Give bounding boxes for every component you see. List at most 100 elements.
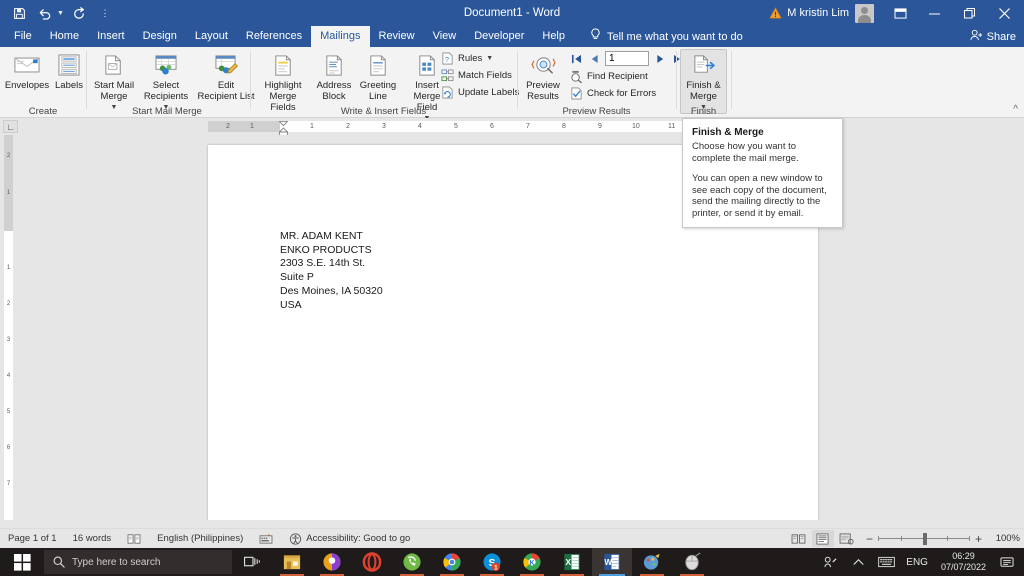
read-mode-icon[interactable] bbox=[788, 530, 810, 547]
pen-workspace-icon[interactable] bbox=[817, 548, 843, 576]
task-view-icon[interactable] bbox=[232, 548, 272, 576]
tab-insert[interactable]: Insert bbox=[88, 26, 134, 47]
rules-button[interactable]: ? Rules ▼ bbox=[437, 50, 496, 67]
vruler-tick: 4 bbox=[6, 373, 11, 379]
paint3d-icon[interactable] bbox=[632, 548, 672, 576]
tab-mailings[interactable]: Mailings bbox=[311, 26, 370, 47]
tab-file[interactable]: File bbox=[5, 26, 41, 47]
edit-recipient-list-button[interactable]: Edit Recipient List bbox=[194, 49, 258, 103]
minimize-icon[interactable] bbox=[917, 0, 952, 26]
chevron-down-icon[interactable]: ▼ bbox=[486, 55, 493, 62]
tab-developer[interactable]: Developer bbox=[465, 26, 533, 47]
ruler-tick: 4 bbox=[418, 123, 422, 130]
chrome-k-icon[interactable]: K bbox=[512, 548, 552, 576]
viber-icon[interactable] bbox=[392, 548, 432, 576]
clock[interactable]: 06:29 07/07/2022 bbox=[935, 551, 992, 573]
restore-icon[interactable] bbox=[952, 0, 987, 26]
highlight-merge-fields-button[interactable]: Highlight Merge Fields bbox=[254, 49, 312, 113]
previous-record-icon[interactable] bbox=[587, 52, 601, 66]
record-number-input[interactable]: 1 bbox=[605, 51, 649, 66]
language-indicator-tray[interactable]: ENG bbox=[901, 557, 933, 568]
greeting-line-button[interactable]: Greeting Line bbox=[356, 49, 400, 103]
warning-icon[interactable] bbox=[769, 7, 782, 19]
document-body-text[interactable]: MR. ADAM KENT ENKO PRODUCTS 2303 S.E. 14… bbox=[280, 230, 383, 312]
opera-icon[interactable] bbox=[352, 548, 392, 576]
tab-view[interactable]: View bbox=[424, 26, 466, 47]
touch-keyboard-icon[interactable] bbox=[873, 548, 899, 576]
skype-icon[interactable]: S1 bbox=[472, 548, 512, 576]
find-recipient-button[interactable]: Find Recipient bbox=[566, 68, 651, 85]
finish-and-merge-button[interactable]: Finish & Merge ▼ bbox=[680, 49, 727, 114]
svg-text:X: X bbox=[565, 557, 571, 567]
chrome-icon[interactable] bbox=[432, 548, 472, 576]
tab-design[interactable]: Design bbox=[134, 26, 186, 47]
labels-button[interactable]: Labels bbox=[52, 49, 86, 103]
text-predictions-icon[interactable] bbox=[251, 529, 281, 549]
check-for-errors-button[interactable]: Check for Errors bbox=[566, 85, 659, 102]
zoom-in-button[interactable]: + bbox=[975, 532, 982, 546]
page-count[interactable]: Page 1 of 1 bbox=[0, 529, 65, 549]
zoom-notch bbox=[968, 535, 970, 541]
vruler-tick: 2 bbox=[6, 153, 11, 159]
status-bar-right: − + 100% bbox=[788, 529, 1020, 549]
windows-start-icon[interactable] bbox=[0, 548, 44, 576]
left-tab-stop-icon[interactable]: ∟ bbox=[3, 120, 18, 133]
avatar[interactable] bbox=[855, 3, 874, 23]
zoom-level[interactable]: 100% bbox=[990, 533, 1020, 544]
tab-help[interactable]: Help bbox=[533, 26, 574, 47]
vertical-ruler[interactable]: 2 1 1 2 3 4 5 6 7 bbox=[0, 135, 17, 520]
proofing-errors-icon[interactable] bbox=[119, 529, 149, 549]
preview-results-button[interactable]: Preview Results bbox=[521, 49, 565, 103]
zoom-slider-thumb[interactable] bbox=[922, 532, 927, 545]
update-labels-label: Update Labels bbox=[458, 87, 520, 98]
start-mail-merge-button[interactable]: Start Mail Merge ▼ bbox=[90, 49, 138, 113]
select-recipients-icon bbox=[153, 52, 179, 78]
show-hidden-icons-icon[interactable] bbox=[845, 548, 871, 576]
update-labels-button[interactable]: Update Labels bbox=[437, 84, 522, 101]
next-record-icon[interactable] bbox=[653, 52, 667, 66]
envelopes-button[interactable]: Envelopes bbox=[2, 49, 52, 103]
horizontal-ruler[interactable]: ∟ 2 1 1 2 3 4 5 6 7 8 9 10 11 12 13 14 bbox=[0, 118, 1024, 136]
zoom-out-button[interactable]: − bbox=[866, 532, 873, 546]
tab-references[interactable]: References bbox=[237, 26, 311, 47]
tab-home[interactable]: Home bbox=[41, 26, 88, 47]
tooltip-paragraph: You can open a new window to see each co… bbox=[692, 173, 827, 219]
zoom-slider[interactable]: − + bbox=[866, 532, 982, 546]
match-fields-button[interactable]: Match Fields bbox=[437, 67, 515, 84]
document-canvas[interactable]: MR. ADAM KENT ENKO PRODUCTS 2303 S.E. 14… bbox=[17, 135, 1024, 520]
tell-me-box[interactable]: Tell me what you want to do bbox=[590, 26, 743, 47]
share-button[interactable]: Share bbox=[970, 26, 1016, 47]
zoom-slider-track[interactable] bbox=[877, 532, 970, 545]
indent-marker[interactable] bbox=[278, 121, 289, 136]
check-for-errors-label: Check for Errors bbox=[587, 88, 657, 99]
browser-icon[interactable] bbox=[312, 548, 352, 576]
first-record-icon[interactable] bbox=[569, 52, 583, 66]
store-icon[interactable] bbox=[272, 548, 312, 576]
word-icon[interactable]: W bbox=[592, 548, 632, 576]
clock-date: 07/07/2022 bbox=[940, 562, 986, 572]
language-indicator[interactable]: English (Philippines) bbox=[149, 529, 251, 549]
search-input[interactable]: Type here to search bbox=[44, 550, 232, 574]
address-block-button[interactable]: Address Block bbox=[312, 49, 356, 103]
ribbon-display-options-icon[interactable] bbox=[884, 0, 917, 26]
start-mail-merge-icon bbox=[102, 52, 127, 78]
collapse-ribbon-button[interactable]: ^ bbox=[1013, 104, 1018, 115]
excel-icon[interactable]: X bbox=[552, 548, 592, 576]
tab-review[interactable]: Review bbox=[370, 26, 424, 47]
ruler-tick: 8 bbox=[562, 123, 566, 130]
accessibility-status[interactable]: Accessibility: Good to go bbox=[281, 529, 418, 549]
tab-layout[interactable]: Layout bbox=[186, 26, 237, 47]
select-recipients-button[interactable]: Select Recipients ▼ bbox=[138, 49, 194, 113]
mouse-icon[interactable] bbox=[672, 548, 712, 576]
word-count[interactable]: 16 words bbox=[65, 529, 120, 549]
accessibility-icon bbox=[289, 532, 302, 545]
word-application-window: ▼ ⋮ Document1 - Word M kristin Lim File … bbox=[0, 0, 1024, 576]
notifications-icon[interactable] bbox=[994, 548, 1020, 576]
web-layout-icon[interactable] bbox=[836, 530, 858, 547]
print-layout-icon[interactable] bbox=[811, 530, 834, 547]
tooltip-title: Finish & Merge bbox=[692, 127, 764, 138]
finish-and-merge-tooltip: Finish & Merge Choose how you want to co… bbox=[682, 118, 843, 228]
account-name[interactable]: M kristin Lim bbox=[787, 7, 849, 19]
close-icon[interactable] bbox=[987, 0, 1022, 26]
vruler-tick: 1 bbox=[6, 265, 11, 271]
